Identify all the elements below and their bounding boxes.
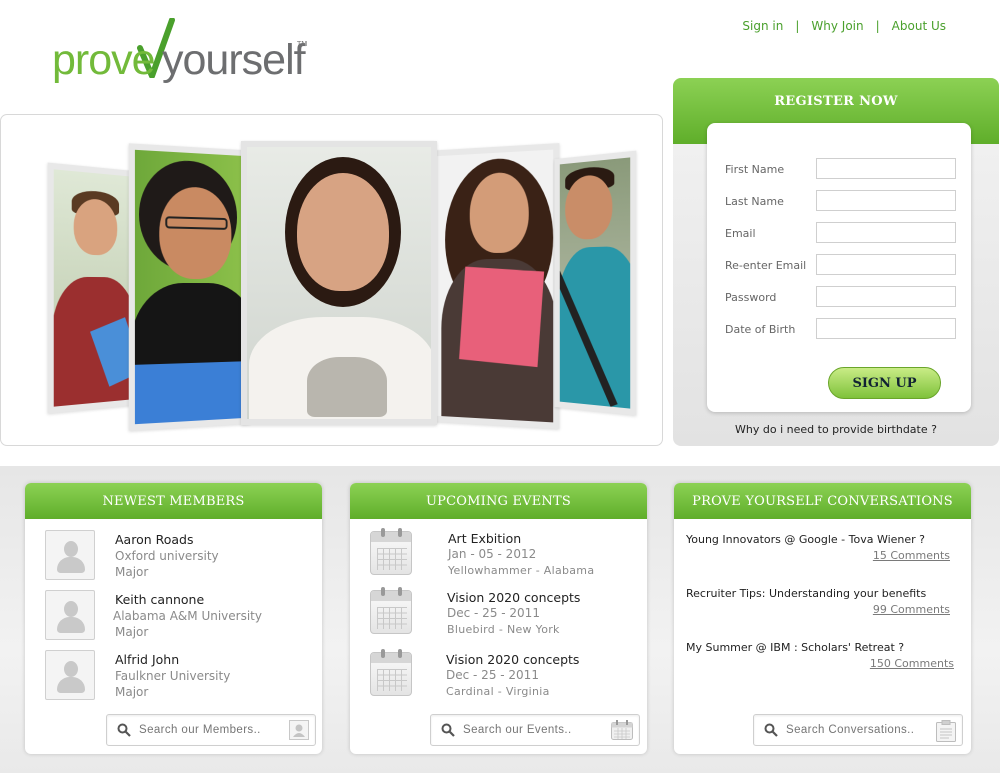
- form-row-email: Email: [725, 222, 957, 244]
- form-row-first-name: First Name: [725, 158, 957, 180]
- event-name[interactable]: Art Exbition: [448, 531, 521, 546]
- password-label: Password: [725, 291, 777, 304]
- event-search-input[interactable]: [463, 720, 603, 740]
- bottom-section: NEWEST MEMBERS Aaron Roads Oxford univer…: [0, 466, 1000, 773]
- event-date: Dec - 25 - 2011: [447, 606, 540, 620]
- member-name[interactable]: Keith cannone: [115, 592, 204, 607]
- upcoming-events-title: UPCOMING EVENTS: [350, 483, 647, 519]
- search-icon: [764, 723, 778, 737]
- conversation-item[interactable]: Young Innovators @ Google - Tova Wiener …: [686, 533, 962, 573]
- nav-why-join[interactable]: Why Join: [811, 19, 863, 33]
- member-major: Major: [115, 565, 149, 579]
- newest-members-panel: NEWEST MEMBERS Aaron Roads Oxford univer…: [25, 483, 322, 754]
- member-school: Faulkner University: [115, 669, 231, 683]
- conversation-comments-link[interactable]: 150 Comments: [870, 657, 954, 670]
- member-item[interactable]: Aaron Roads Oxford university Major: [45, 530, 315, 582]
- event-location: Cardinal - Virginia: [446, 685, 550, 698]
- email-input[interactable]: [816, 222, 956, 243]
- member-item[interactable]: Keith cannone Alabama A&M University Maj…: [45, 590, 315, 642]
- logo[interactable]: prove yourself TM: [50, 18, 320, 84]
- event-location: Yellowhammer - Alabama: [448, 564, 595, 577]
- logo-yourself: yourself: [162, 36, 306, 84]
- search-icon: [441, 723, 455, 737]
- event-item[interactable]: Art Exbition Jan - 05 - 2012 Yellowhamme…: [370, 528, 640, 587]
- last-name-input[interactable]: [816, 190, 956, 211]
- upcoming-events-panel: UPCOMING EVENTS Art Exbition Jan - 05 - …: [350, 483, 647, 754]
- nav-sign-in[interactable]: Sign in: [742, 19, 783, 33]
- conversations-panel: PROVE YOURSELF CONVERSATIONS Young Innov…: [674, 483, 971, 754]
- event-name[interactable]: Vision 2020 concepts: [446, 652, 579, 667]
- conversation-comments-link[interactable]: 15 Comments: [873, 549, 950, 562]
- nav-about-us[interactable]: About Us: [892, 19, 946, 33]
- member-avatar-icon: [45, 650, 95, 700]
- event-item[interactable]: Vision 2020 concepts Dec - 25 - 2011 Blu…: [370, 587, 640, 646]
- logo-trademark: TM: [297, 40, 308, 48]
- member-school: Alabama A&M University: [113, 609, 262, 623]
- user-avatar-icon: [289, 720, 309, 740]
- form-row-password: Password: [725, 286, 957, 308]
- register-panel: REGISTER NOW First Name Last Name Email …: [673, 78, 999, 446]
- member-photo: [430, 143, 560, 429]
- form-row-reenter-email: Re-enter Email: [725, 254, 957, 276]
- member-item[interactable]: Alfrid John Faulkner University Major: [45, 650, 315, 702]
- calendar-icon: [370, 649, 412, 696]
- member-avatar-icon: [45, 530, 95, 580]
- newest-members-title: NEWEST MEMBERS: [25, 483, 322, 519]
- nav-separator: |: [795, 19, 800, 33]
- last-name-label: Last Name: [725, 195, 784, 208]
- member-photo: [554, 150, 637, 416]
- top-navigation: Sign in | Why Join | About Us: [742, 19, 946, 33]
- conversation-item[interactable]: Recruiter Tips: Understanding your benef…: [686, 587, 962, 627]
- conversation-comments-link[interactable]: 99 Comments: [873, 603, 950, 616]
- nav-separator: |: [875, 19, 880, 33]
- conversation-title[interactable]: Young Innovators @ Google - Tova Wiener …: [686, 533, 925, 546]
- event-location: Bluebird - New York: [447, 623, 560, 636]
- member-photo: [128, 143, 251, 431]
- event-item[interactable]: Vision 2020 concepts Dec - 25 - 2011 Car…: [370, 649, 640, 708]
- member-search-input[interactable]: [139, 720, 279, 740]
- event-date: Jan - 05 - 2012: [448, 547, 537, 561]
- first-name-input[interactable]: [816, 158, 956, 179]
- conversations-title: PROVE YOURSELF CONVERSATIONS: [674, 483, 971, 519]
- member-major: Major: [115, 685, 149, 699]
- calendar-icon: [370, 587, 412, 634]
- email-label: Email: [725, 227, 756, 240]
- document-icon: [936, 720, 956, 742]
- form-row-date-of-birth: Date of Birth: [725, 318, 957, 340]
- member-search-box[interactable]: [106, 714, 316, 746]
- calendar-icon: [611, 720, 633, 740]
- member-name[interactable]: Aaron Roads: [115, 532, 194, 547]
- member-school: Oxford university: [115, 549, 219, 563]
- sign-up-button[interactable]: SIGN UP: [828, 367, 941, 399]
- conversation-title[interactable]: Recruiter Tips: Understanding your benef…: [686, 587, 926, 600]
- member-avatar-icon: [45, 590, 95, 640]
- birthdate-info-link[interactable]: Why do i need to provide birthdate ?: [673, 423, 999, 436]
- logo-prove: prove: [52, 36, 156, 84]
- password-input[interactable]: [816, 286, 956, 307]
- conversation-title[interactable]: My Summer @ IBM : Scholars' Retreat ?: [686, 641, 904, 654]
- event-search-box[interactable]: [430, 714, 640, 746]
- register-title: REGISTER NOW: [774, 94, 898, 109]
- date-of-birth-label: Date of Birth: [725, 323, 796, 336]
- event-name[interactable]: Vision 2020 concepts: [447, 590, 580, 605]
- form-row-last-name: Last Name: [725, 190, 957, 212]
- first-name-label: First Name: [725, 163, 785, 176]
- member-photo: [47, 162, 136, 414]
- search-icon: [117, 723, 131, 737]
- member-major: Major: [115, 625, 149, 639]
- conversation-search-input[interactable]: [786, 720, 926, 740]
- hero-photo-collage: [0, 114, 663, 446]
- calendar-icon: [370, 528, 412, 575]
- register-form: First Name Last Name Email Re-enter Emai…: [707, 123, 971, 412]
- member-photo-featured: [241, 141, 437, 425]
- event-date: Dec - 25 - 2011: [446, 668, 539, 682]
- member-name[interactable]: Alfrid John: [115, 652, 179, 667]
- reenter-email-input[interactable]: [816, 254, 956, 275]
- date-of-birth-input[interactable]: [816, 318, 956, 339]
- conversation-search-box[interactable]: [753, 714, 963, 746]
- conversation-item[interactable]: My Summer @ IBM : Scholars' Retreat ? 15…: [686, 641, 962, 681]
- reenter-email-label: Re-enter Email: [725, 259, 807, 272]
